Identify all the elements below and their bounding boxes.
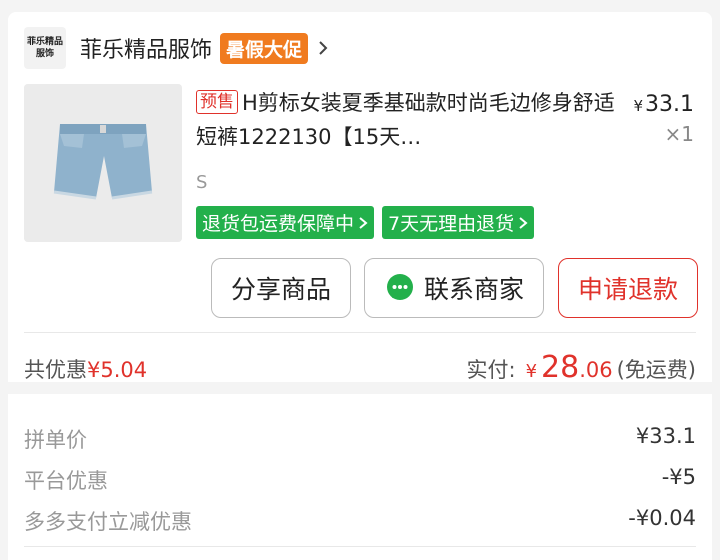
shop-logo-line1: 菲乐精品 xyxy=(26,37,63,47)
shipping-note: (免运费) xyxy=(616,358,696,382)
shop-name[interactable]: 菲乐精品服饰 xyxy=(80,32,212,64)
detail-value: -¥0.04 xyxy=(628,506,696,530)
paid-label: 实付: xyxy=(466,358,516,382)
total-discount-value: ¥5.04 xyxy=(87,358,148,382)
product-image[interactable] xyxy=(24,84,182,242)
request-refund-button[interactable]: 申请退款 xyxy=(558,258,698,318)
detail-label: 平台优惠 xyxy=(24,469,108,493)
chevron-right-icon xyxy=(519,216,528,229)
tag-label: 7天无理由退货 xyxy=(388,213,515,235)
detail-label: 多多支付立减优惠 xyxy=(24,510,192,534)
contact-seller-button[interactable]: 联系商家 xyxy=(364,258,544,318)
shop-logo: 菲乐精品 服饰 xyxy=(24,27,66,69)
chevron-right-icon[interactable] xyxy=(316,41,330,55)
divider xyxy=(24,546,696,547)
shop-logo-line2: 服饰 xyxy=(35,49,54,59)
quantity: ×1 xyxy=(664,122,694,146)
detail-value: -¥5 xyxy=(661,465,696,489)
detail-value: ¥33.1 xyxy=(635,424,696,448)
service-tags: 退货包运费保障中 7天无理由退货 xyxy=(196,206,535,239)
presale-tag: 预售 xyxy=(196,90,238,114)
product-spec: S xyxy=(196,172,208,193)
tag-label: 退货包运费保障中 xyxy=(202,213,355,235)
unit-price: ¥33.1 xyxy=(633,92,694,117)
share-product-button[interactable]: 分享商品 xyxy=(211,258,351,318)
detail-row: 拼单价 ¥33.1 xyxy=(24,424,696,454)
price-currency: ¥ xyxy=(633,97,644,115)
divider xyxy=(24,332,696,333)
paid-currency: ¥ xyxy=(525,361,538,382)
detail-row: 多多支付立减优惠 -¥0.04 xyxy=(24,506,696,536)
total-discount-label: 共优惠 xyxy=(24,358,87,382)
contact-seller-label: 联系商家 xyxy=(423,275,524,304)
denim-shorts-image xyxy=(24,84,182,242)
total-discount: 共优惠¥5.04 xyxy=(24,354,147,384)
detail-label: 拼单价 xyxy=(24,428,87,452)
paid-decimal: .06 xyxy=(579,358,613,382)
chat-icon xyxy=(386,274,413,300)
shop-header[interactable]: 菲乐精品 服饰 菲乐精品服饰 暑假大促 xyxy=(24,26,330,70)
product-title-text: H剪标女装夏季基础款时尚毛边修身舒适短裤1222130【15天… xyxy=(196,91,615,149)
tag-7day-return[interactable]: 7天无理由退货 xyxy=(382,206,535,239)
price-details: 拼单价 ¥33.1 平台优惠 -¥5 多多支付立减优惠 -¥0.04 xyxy=(8,394,712,560)
tag-return-shipping[interactable]: 退货包运费保障中 xyxy=(196,206,375,239)
section-gap xyxy=(0,382,720,394)
detail-row: 平台优惠 -¥5 xyxy=(24,465,696,495)
product-title[interactable]: 预售 H剪标女装夏季基础款时尚毛边修身舒适短裤1222130【15天… xyxy=(196,86,616,154)
paid-integer: 28 xyxy=(541,350,580,385)
amount-paid: 实付: ¥ 28 .06 (免运费) xyxy=(466,350,696,385)
chevron-right-icon xyxy=(359,216,368,229)
price-value: 33.1 xyxy=(645,92,694,117)
promo-badge: 暑假大促 xyxy=(220,32,309,64)
